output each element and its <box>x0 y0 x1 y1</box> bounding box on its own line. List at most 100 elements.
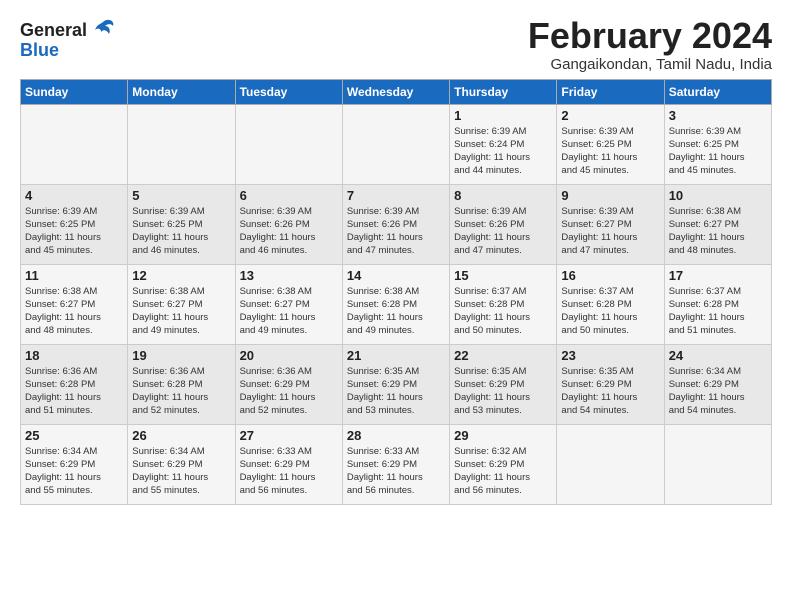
day-number: 22 <box>454 348 552 363</box>
day-info: Sunrise: 6:36 AM Sunset: 6:29 PM Dayligh… <box>240 365 338 418</box>
title-block: February 2024 Gangaikondan, Tamil Nadu, … <box>528 16 772 73</box>
col-header-saturday: Saturday <box>664 79 771 104</box>
day-info: Sunrise: 6:33 AM Sunset: 6:29 PM Dayligh… <box>347 445 445 498</box>
header: General Blue February 2024 Gangaikondan,… <box>20 16 772 73</box>
calendar-cell: 29 Sunrise: 6:32 AM Sunset: 6:29 PM Dayli… <box>450 424 557 504</box>
day-number: 1 <box>454 108 552 123</box>
day-info: Sunrise: 6:39 AM Sunset: 6:25 PM Dayligh… <box>561 125 659 178</box>
calendar-cell: 8 Sunrise: 6:39 AM Sunset: 6:26 PM Daylig… <box>450 184 557 264</box>
day-number: 11 <box>25 268 123 283</box>
col-header-sunday: Sunday <box>21 79 128 104</box>
logo: General Blue <box>20 16 117 61</box>
page: General Blue February 2024 Gangaikondan,… <box>0 0 792 515</box>
calendar-cell: 2 Sunrise: 6:39 AM Sunset: 6:25 PM Daylig… <box>557 104 664 184</box>
logo-general: General <box>20 20 87 41</box>
day-number: 21 <box>347 348 445 363</box>
week-row-4: 18 Sunrise: 6:36 AM Sunset: 6:28 PM Dayli… <box>21 344 772 424</box>
calendar-cell: 26Sunrise: 6:34 AM Sunset: 6:29 PM Dayli… <box>128 424 235 504</box>
week-row-3: 11 Sunrise: 6:38 AM Sunset: 6:27 PM Dayli… <box>21 264 772 344</box>
calendar-cell: 1 Sunrise: 6:39 AM Sunset: 6:24 PM Daylig… <box>450 104 557 184</box>
day-number: 4 <box>25 188 123 203</box>
calendar-cell <box>557 424 664 504</box>
day-number: 27 <box>240 428 338 443</box>
calendar-cell: 11 Sunrise: 6:38 AM Sunset: 6:27 PM Dayli… <box>21 264 128 344</box>
day-number: 18 <box>25 348 123 363</box>
calendar-cell: 22 Sunrise: 6:35 AM Sunset: 6:29 PM Dayli… <box>450 344 557 424</box>
calendar-cell: 5 Sunrise: 6:39 AM Sunset: 6:25 PM Daylig… <box>128 184 235 264</box>
calendar-cell: 27 Sunrise: 6:33 AM Sunset: 6:29 PM Dayli… <box>235 424 342 504</box>
calendar-cell: 12Sunrise: 6:38 AM Sunset: 6:27 PM Dayli… <box>128 264 235 344</box>
day-info: Sunrise: 6:39 AM Sunset: 6:25 PM Dayligh… <box>132 205 230 258</box>
day-info: Sunrise: 6:36 AM Sunset: 6:28 PM Dayligh… <box>132 365 230 418</box>
day-info: Sunrise: 6:38 AM Sunset: 6:28 PM Dayligh… <box>347 285 445 338</box>
day-info: Sunrise: 6:35 AM Sunset: 6:29 PM Dayligh… <box>561 365 659 418</box>
day-number: 5 <box>132 188 230 203</box>
day-number: 13 <box>240 268 338 283</box>
day-info: Sunrise: 6:39 AM Sunset: 6:25 PM Dayligh… <box>669 125 767 178</box>
day-number: 14 <box>347 268 445 283</box>
calendar-cell: 18 Sunrise: 6:36 AM Sunset: 6:28 PM Dayli… <box>21 344 128 424</box>
header-row: SundayMondayTuesdayWednesdayThursdayFrid… <box>21 79 772 104</box>
calendar-cell: 28 Sunrise: 6:33 AM Sunset: 6:29 PM Dayli… <box>342 424 449 504</box>
day-info: Sunrise: 6:39 AM Sunset: 6:26 PM Dayligh… <box>240 205 338 258</box>
calendar-cell: 17 Sunrise: 6:37 AM Sunset: 6:28 PM Dayli… <box>664 264 771 344</box>
day-info: Sunrise: 6:37 AM Sunset: 6:28 PM Dayligh… <box>561 285 659 338</box>
day-info: Sunrise: 6:36 AM Sunset: 6:28 PM Dayligh… <box>25 365 123 418</box>
calendar-cell: 19 Sunrise: 6:36 AM Sunset: 6:28 PM Dayli… <box>128 344 235 424</box>
calendar-cell: 7Sunrise: 6:39 AM Sunset: 6:26 PM Daylig… <box>342 184 449 264</box>
day-info: Sunrise: 6:38 AM Sunset: 6:27 PM Dayligh… <box>132 285 230 338</box>
day-info: Sunrise: 6:39 AM Sunset: 6:27 PM Dayligh… <box>561 205 659 258</box>
day-number: 29 <box>454 428 552 443</box>
day-number: 8 <box>454 188 552 203</box>
day-number: 16 <box>561 268 659 283</box>
day-number: 6 <box>240 188 338 203</box>
calendar-cell: 16 Sunrise: 6:37 AM Sunset: 6:28 PM Dayli… <box>557 264 664 344</box>
week-row-2: 4 Sunrise: 6:39 AM Sunset: 6:25 PM Daylig… <box>21 184 772 264</box>
calendar-cell: 3 Sunrise: 6:39 AM Sunset: 6:25 PM Daylig… <box>664 104 771 184</box>
day-info: Sunrise: 6:33 AM Sunset: 6:29 PM Dayligh… <box>240 445 338 498</box>
logo-blue: Blue <box>20 40 59 61</box>
calendar-cell <box>128 104 235 184</box>
calendar-cell <box>664 424 771 504</box>
subtitle: Gangaikondan, Tamil Nadu, India <box>528 56 772 73</box>
day-number: 17 <box>669 268 767 283</box>
day-number: 2 <box>561 108 659 123</box>
calendar-cell <box>342 104 449 184</box>
day-number: 10 <box>669 188 767 203</box>
col-header-friday: Friday <box>557 79 664 104</box>
day-number: 3 <box>669 108 767 123</box>
day-info: Sunrise: 6:37 AM Sunset: 6:28 PM Dayligh… <box>669 285 767 338</box>
calendar-cell: 15Sunrise: 6:37 AM Sunset: 6:28 PM Dayli… <box>450 264 557 344</box>
main-title: February 2024 <box>528 16 772 56</box>
day-info: Sunrise: 6:39 AM Sunset: 6:26 PM Dayligh… <box>454 205 552 258</box>
calendar-cell: 21 Sunrise: 6:35 AM Sunset: 6:29 PM Dayli… <box>342 344 449 424</box>
day-info: Sunrise: 6:39 AM Sunset: 6:25 PM Dayligh… <box>25 205 123 258</box>
day-number: 19 <box>132 348 230 363</box>
calendar-cell: 14 Sunrise: 6:38 AM Sunset: 6:28 PM Dayli… <box>342 264 449 344</box>
calendar-cell: 4 Sunrise: 6:39 AM Sunset: 6:25 PM Daylig… <box>21 184 128 264</box>
week-row-1: 1 Sunrise: 6:39 AM Sunset: 6:24 PM Daylig… <box>21 104 772 184</box>
day-info: Sunrise: 6:35 AM Sunset: 6:29 PM Dayligh… <box>347 365 445 418</box>
day-info: Sunrise: 6:38 AM Sunset: 6:27 PM Dayligh… <box>669 205 767 258</box>
calendar-cell <box>21 104 128 184</box>
calendar-cell: 23 Sunrise: 6:35 AM Sunset: 6:29 PM Dayli… <box>557 344 664 424</box>
day-number: 28 <box>347 428 445 443</box>
calendar-cell: 10 Sunrise: 6:38 AM Sunset: 6:27 PM Dayli… <box>664 184 771 264</box>
calendar-cell: 13Sunrise: 6:38 AM Sunset: 6:27 PM Dayli… <box>235 264 342 344</box>
col-header-tuesday: Tuesday <box>235 79 342 104</box>
day-number: 7 <box>347 188 445 203</box>
day-info: Sunrise: 6:32 AM Sunset: 6:29 PM Dayligh… <box>454 445 552 498</box>
day-number: 24 <box>669 348 767 363</box>
day-info: Sunrise: 6:38 AM Sunset: 6:27 PM Dayligh… <box>25 285 123 338</box>
day-number: 20 <box>240 348 338 363</box>
day-info: Sunrise: 6:34 AM Sunset: 6:29 PM Dayligh… <box>25 445 123 498</box>
day-info: Sunrise: 6:39 AM Sunset: 6:24 PM Dayligh… <box>454 125 552 178</box>
calendar-cell: 20 Sunrise: 6:36 AM Sunset: 6:29 PM Dayli… <box>235 344 342 424</box>
calendar-cell: 9Sunrise: 6:39 AM Sunset: 6:27 PM Daylig… <box>557 184 664 264</box>
day-number: 23 <box>561 348 659 363</box>
calendar-cell: 6 Sunrise: 6:39 AM Sunset: 6:26 PM Daylig… <box>235 184 342 264</box>
calendar-cell: 24Sunrise: 6:34 AM Sunset: 6:29 PM Dayli… <box>664 344 771 424</box>
day-info: Sunrise: 6:35 AM Sunset: 6:29 PM Dayligh… <box>454 365 552 418</box>
day-info: Sunrise: 6:37 AM Sunset: 6:28 PM Dayligh… <box>454 285 552 338</box>
col-header-wednesday: Wednesday <box>342 79 449 104</box>
